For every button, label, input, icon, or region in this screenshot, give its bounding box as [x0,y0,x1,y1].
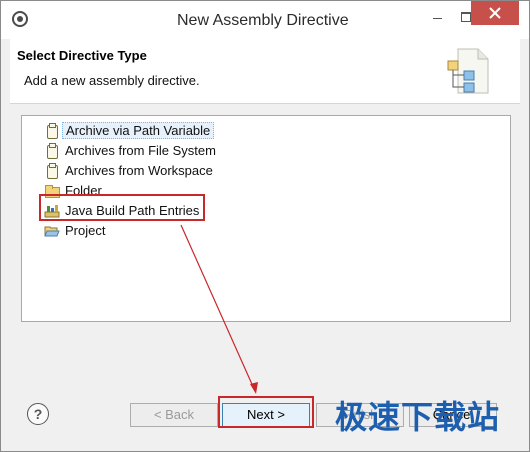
watermark-logo: 极速下载站 [335,398,501,436]
back-button[interactable]: < Back [130,403,218,427]
annotation-arrow [180,224,258,394]
annotation-highlight-next [218,396,314,428]
dialog-window: New Assembly Directive Select Directive … [0,0,530,452]
help-button[interactable]: ? [27,403,49,425]
help-icon: ? [33,406,43,422]
